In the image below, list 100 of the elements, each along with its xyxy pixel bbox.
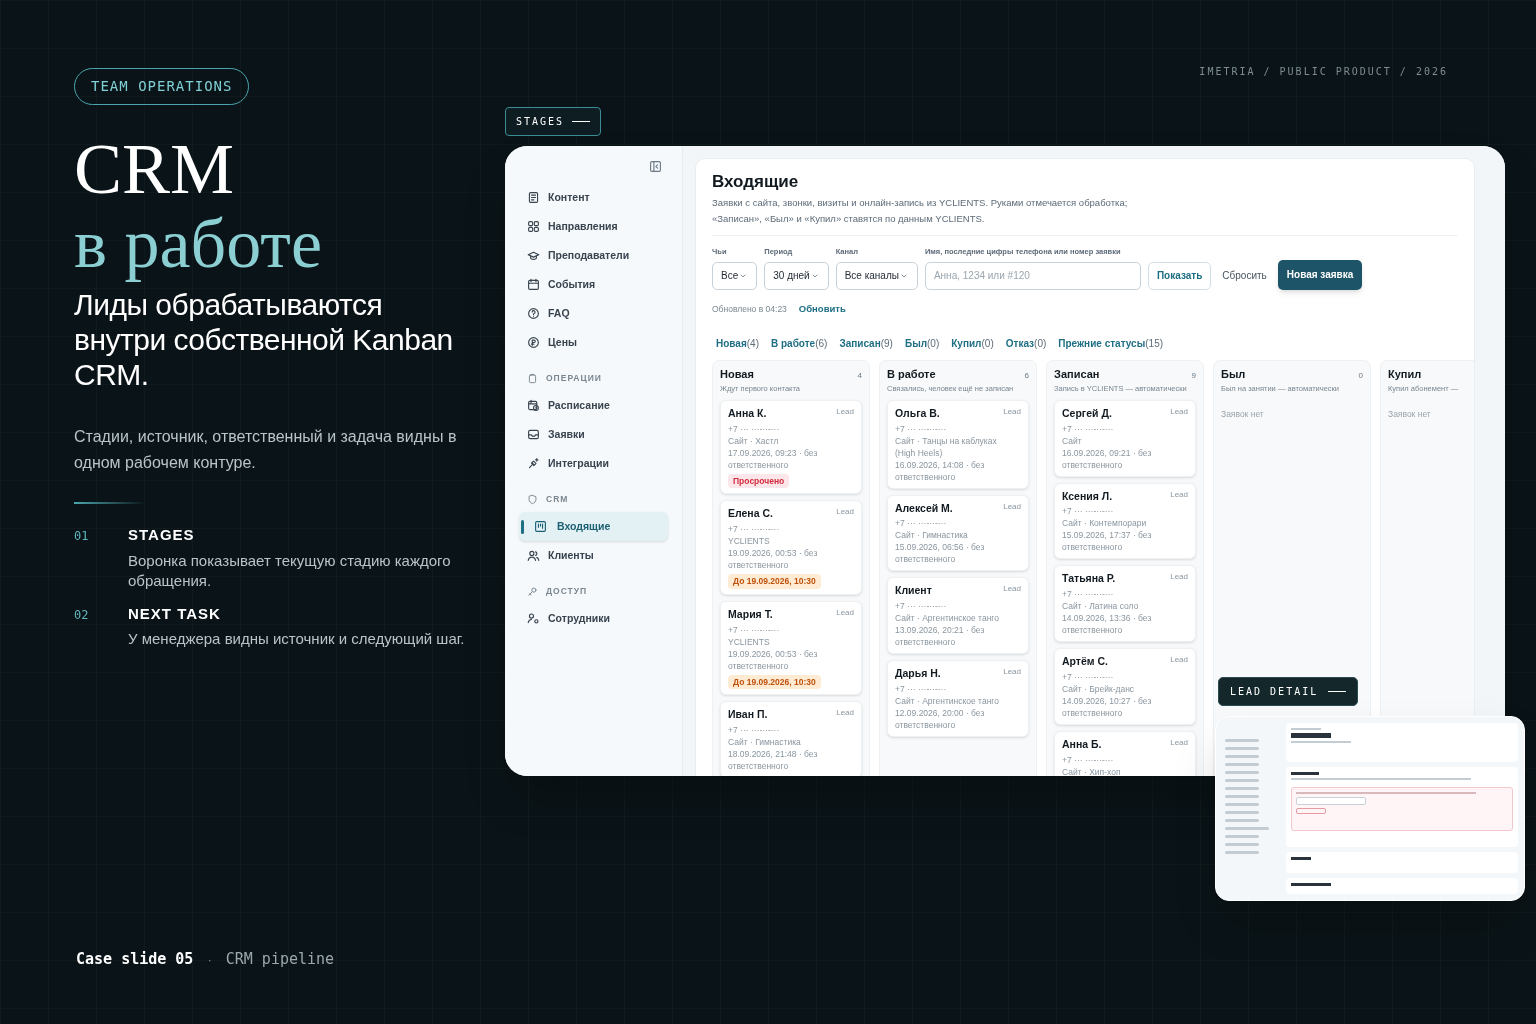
column-count: 9 bbox=[1191, 370, 1196, 382]
section-label: CRM bbox=[546, 492, 569, 506]
sidebar-item[interactable]: Сотрудники bbox=[519, 604, 668, 633]
phone-number: +7 ··· ···-··-··· bbox=[895, 517, 948, 530]
point-text: У менеджера видны источник и следующий шаг. bbox=[128, 629, 466, 649]
lead-name: Анна Б. bbox=[1062, 736, 1102, 752]
lead-card[interactable]: Иван П. Lead +7 ··· ···-··-··· Сайт · Гимнастика 18.09.2026, 21:48 · без ответственного bbox=[720, 701, 862, 776]
lead-name: Артём С. bbox=[1062, 654, 1109, 669]
lead-source: YCLIENTS bbox=[728, 635, 771, 648]
phone-number: +7 ··· ···-··-··· bbox=[1062, 422, 1115, 435]
lead-name: Алексей М. bbox=[895, 500, 953, 516]
lead-card[interactable]: Анна Б. Lead +7 ··· ···-··-··· Сайт · Хип-хоп bbox=[1054, 730, 1196, 776]
lead-tag: Lead bbox=[1003, 666, 1021, 682]
phone-number: +7 ··· ···-··-··· bbox=[1062, 588, 1115, 600]
lead-date: 18.09.2026, 21:48 · без ответственного bbox=[728, 748, 819, 772]
lead-source: Сайт · Аргентинское танго bbox=[895, 694, 1000, 707]
page-description: Заявки с сайта, звонки, визиты и онлайн-запись из YCLIENTS. Руками отмечается обработка; bbox=[712, 195, 1129, 210]
lead-detail-label: LEAD DETAIL bbox=[1230, 685, 1319, 699]
status-badge: До 19.09.2026, 10:30 bbox=[728, 674, 821, 690]
updated-time: Обновлено в 04:23 bbox=[712, 302, 787, 316]
lead-tag: Lead bbox=[1170, 654, 1188, 670]
lead-card[interactable]: Елена С. Lead +7 ··· ···-··-··· YCLIENTS 19.09.2026, 00:53 · без ответственного До 19.09.2026, 10:30 bbox=[720, 500, 862, 595]
select-field[interactable]: 30 дней bbox=[764, 261, 829, 290]
point-title: NEXT TASK bbox=[128, 603, 222, 624]
lead-date: 13.09.2026, 20:21 · без ответственного bbox=[895, 624, 986, 648]
phone-number: +7 ··· ···-··-··· bbox=[895, 422, 948, 435]
slide-description: Стадии, источник, ответственный и задача видны в одном рабочем контуре. bbox=[74, 427, 458, 473]
sidebar-item[interactable]: Преподаватели bbox=[519, 241, 668, 270]
reset-button[interactable]: Сбросить bbox=[1218, 261, 1271, 290]
empty-state-text: Заявок нет bbox=[1221, 407, 1265, 421]
lead-tag: Lead bbox=[1003, 405, 1021, 422]
select-field[interactable]: Все bbox=[712, 261, 758, 290]
user-gear-icon bbox=[527, 612, 540, 625]
sidebar-item[interactable]: Клиенты bbox=[519, 541, 668, 570]
lead-date: 16.09.2026, 14:08 · без ответственного bbox=[895, 458, 986, 483]
footer-label: Case slide 05 bbox=[76, 949, 194, 970]
lead-card[interactable]: Клиент Lead +7 ··· ···-··-··· Сайт · Аргентинское танго 13.09.2026, 20:21 · без ответственного bbox=[887, 577, 1029, 654]
key-icon bbox=[527, 585, 538, 597]
column-title: Купил bbox=[1388, 367, 1422, 382]
stage-filter-link[interactable]: Новая(4) bbox=[716, 336, 759, 351]
status-badge: Просрочено bbox=[728, 473, 790, 489]
lead-card[interactable]: Сергей Д. Lead +7 ··· ···-··-··· Сайт 16.09.2026, 09:21 · без ответственного bbox=[1054, 399, 1196, 477]
lead-tag: Lead bbox=[1170, 405, 1188, 422]
phone-number: +7 ··· ···-··-··· bbox=[1062, 753, 1115, 766]
phone-number: +7 ··· ···-··-··· bbox=[895, 682, 948, 695]
lead-source: Сайт · Гимнастика bbox=[895, 529, 969, 542]
stage-filter-link[interactable]: Был(0) bbox=[904, 336, 940, 351]
lead-card[interactable]: Дарья Н. Lead +7 ··· ···-··-··· Сайт · Аргентинское танго 12.09.2026, 20:00 · без ответственного bbox=[887, 660, 1029, 737]
lead-card[interactable]: Анна К. Lead +7 ··· ···-··-··· Сайт · Хастл 17.09.2026, 09:23 · без ответственного Просрочено bbox=[720, 399, 862, 495]
column-count: 0 bbox=[1358, 370, 1363, 382]
status-badge: До 19.09.2026, 10:30 bbox=[728, 574, 821, 589]
sidebar-item[interactable]: События bbox=[519, 270, 668, 299]
inbox-icon bbox=[527, 428, 540, 441]
kanban-icon bbox=[534, 520, 547, 533]
lead-card[interactable]: Алексей М. Lead +7 ··· ···-··-··· Сайт · Гимнастика 15.09.2026, 06:56 · без ответственного bbox=[887, 494, 1029, 572]
plug-sparkle-icon bbox=[527, 457, 540, 470]
lead-tag: Lead bbox=[836, 506, 854, 522]
lead-date: 14.09.2026, 10:27 · без ответственного bbox=[1062, 694, 1153, 719]
sidebar-item[interactable]: FAQ bbox=[519, 299, 668, 328]
clipboard-icon bbox=[527, 372, 538, 384]
show-button[interactable]: Показать bbox=[1147, 261, 1212, 290]
lead-card[interactable]: Ольга В. Lead +7 ··· ···-··-··· Сайт · Танцы на каблуках (High Heels) 16.09.2026, 14:08 · без ответственного bbox=[887, 399, 1029, 489]
coin-icon bbox=[527, 336, 540, 349]
lead-name: Ольга В. bbox=[895, 405, 940, 421]
users-icon bbox=[527, 549, 540, 562]
stage-filter-link[interactable]: Записан(9) bbox=[839, 336, 893, 351]
sidebar-item[interactable]: Входящие bbox=[519, 512, 668, 541]
search-field[interactable]: Анна, 1234 или #120 bbox=[924, 261, 1141, 290]
lead-tag: Lead bbox=[1170, 488, 1188, 505]
select-field[interactable]: Все каналы bbox=[835, 261, 918, 290]
lead-source: Сайт · Хип-хоп bbox=[1062, 765, 1122, 776]
point-title: STAGES bbox=[128, 525, 196, 545]
refresh-link[interactable]: Обновить bbox=[798, 301, 846, 316]
lead-card[interactable]: Ксения Л. Lead +7 ··· ···-··-··· Сайт · Контемпорари 15.09.2026, 17:37 · без ответственного bbox=[1054, 482, 1196, 560]
column-title: Был bbox=[1221, 367, 1246, 382]
sidebar-item[interactable]: Интеграции bbox=[519, 449, 668, 478]
sidebar-item[interactable]: Расписание bbox=[519, 391, 668, 420]
lead-card[interactable]: Мария Т. Lead +7 ··· ···-··-··· YCLIENTS 19.09.2026, 00:53 · без ответственного До 19.09.2026, 10:30 bbox=[720, 600, 862, 696]
sidebar-item[interactable]: Заявки bbox=[519, 420, 668, 449]
lead-card[interactable]: Татьяна Р. Lead +7 ··· ···-··-··· Сайт · Латина соло 14.09.2026, 13:36 · без ответственного bbox=[1054, 565, 1196, 642]
sidebar-item[interactable]: Цены bbox=[519, 328, 668, 357]
slide-subtitle: Лиды обрабатываются внутри собственной Kanban CRM. bbox=[74, 287, 454, 392]
lead-card[interactable]: Артём С. Lead +7 ··· ···-··-··· Сайт · Брейк-данс 14.09.2026, 10:27 · без ответственного bbox=[1054, 648, 1196, 725]
lead-date: 19.09.2026, 00:53 · без ответственного bbox=[728, 647, 819, 672]
sidebar-item[interactable]: Контент bbox=[519, 183, 668, 212]
lead-date: 12.09.2026, 20:00 · без ответственного bbox=[895, 706, 986, 731]
stage-filter-link[interactable]: Купил(0) bbox=[951, 336, 994, 351]
sidebar-item[interactable]: Направления bbox=[519, 212, 668, 241]
document-icon bbox=[527, 191, 540, 204]
lead-date: 14.09.2026, 13:36 · без ответственного bbox=[1062, 612, 1153, 636]
new-request-button[interactable]: Новая заявка bbox=[1277, 259, 1363, 290]
lead-tag: Lead bbox=[1170, 571, 1188, 587]
lead-name: Дарья Н. bbox=[895, 666, 941, 681]
lead-name: Анна К. bbox=[728, 405, 767, 421]
lead-source: Сайт · Латина соло bbox=[1062, 600, 1140, 612]
footer-caption: CRM pipeline bbox=[225, 949, 335, 970]
stage-filter-link[interactable]: Прежние статусы(15) bbox=[1058, 336, 1164, 351]
lead-source: Сайт · Брейк-данс bbox=[1062, 682, 1136, 695]
stage-filter-link[interactable]: Отказ(0) bbox=[1005, 336, 1047, 351]
stage-filter-link[interactable]: В работе(6) bbox=[771, 336, 828, 351]
